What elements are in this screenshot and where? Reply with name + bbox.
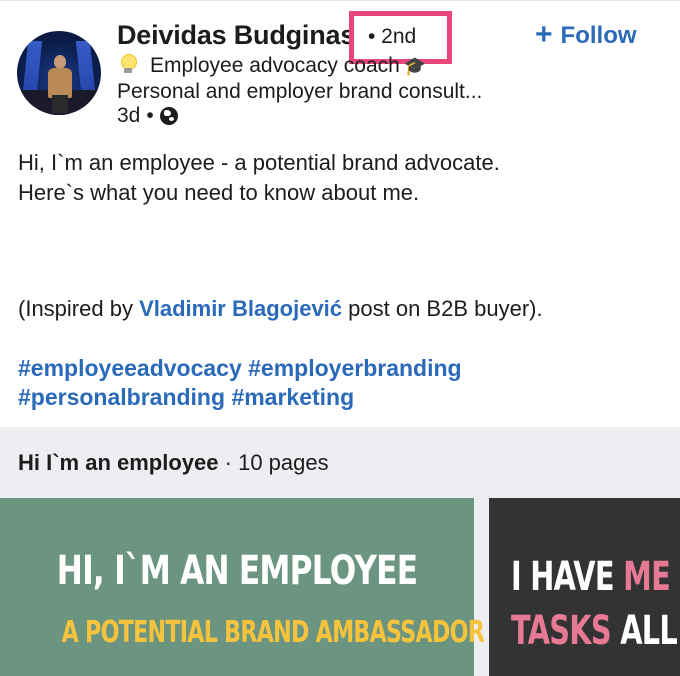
hashtag-link[interactable]: #marketing (231, 384, 354, 410)
avatar-figure-legs (52, 95, 68, 113)
post-body-line: Here`s what you need to know about me. (18, 180, 420, 205)
hashtag-link[interactable]: #employerbranding (248, 355, 461, 381)
document-slide-2[interactable]: I HAVE ME TASKS ALL (489, 498, 680, 676)
inspired-prefix: (Inspired by (18, 296, 140, 321)
post-body: Hi, I`m an employee - a potential brand … (18, 148, 668, 208)
connection-degree: • 2nd (368, 25, 417, 48)
top-divider (0, 0, 680, 1)
author-headline: Employee advocacy coach 🎓 (120, 54, 426, 78)
document-title-text: Hi I`m an employee (18, 450, 219, 475)
mention-link[interactable]: Vladimir Blagojević (139, 296, 342, 321)
author-name[interactable]: Deividas Budginas (117, 20, 355, 51)
plus-icon: + (535, 18, 553, 51)
avatar-figure-body (48, 68, 72, 98)
follow-label: Follow (560, 22, 637, 49)
author-headline-text: Employee advocacy coach (150, 54, 400, 77)
document-slide-1[interactable]: HI, I`M AN EMPLOYEE A POTENTIAL BRAND AM… (0, 498, 485, 676)
hashtag-list: #employeeadvocacy #employerbranding #per… (18, 354, 668, 412)
slide-text-white: ALL (620, 608, 678, 654)
author-avatar[interactable] (17, 31, 101, 115)
author-subheadline: Personal and employer brand consult... (117, 80, 483, 103)
slide-headline: HI, I`M AN EMPLOYEE (56, 548, 418, 594)
inspired-suffix: post on B2B buyer). (342, 296, 543, 321)
slide-subheadline: A POTENTIAL BRAND AMBASSADOR (61, 615, 485, 650)
post-meta: 3d • (117, 104, 178, 128)
document-title: Hi I`m an employee · 10 pages (18, 450, 329, 476)
avatar-figure-head (54, 55, 66, 69)
slide-headline: I HAVE ME (511, 554, 671, 600)
document-attachment[interactable]: Hi I`m an employee · 10 pages HI, I`M AN… (0, 427, 680, 676)
slide-text-pink: ME (623, 554, 671, 600)
document-page-count: · 10 pages (224, 450, 329, 475)
post-time: 3d (117, 104, 141, 127)
slide-text-pink: TASKS (511, 608, 621, 654)
post-body-line: Hi, I`m an employee - a potential brand … (18, 150, 500, 175)
slide-text-white: I HAVE (511, 554, 624, 600)
meta-separator: • (146, 104, 154, 127)
follow-button[interactable]: + Follow (535, 18, 637, 51)
globe-icon (159, 107, 178, 125)
lightbulb-icon (120, 54, 137, 74)
graduation-cap-icon: 🎓 (403, 56, 427, 76)
hashtag-link[interactable]: #employeeadvocacy (18, 355, 242, 381)
slide-headline: TASKS ALL (511, 608, 678, 654)
hashtag-link[interactable]: #personalbranding (18, 384, 225, 410)
post-inspired-line: (Inspired by Vladimir Blagojević post on… (18, 296, 543, 322)
